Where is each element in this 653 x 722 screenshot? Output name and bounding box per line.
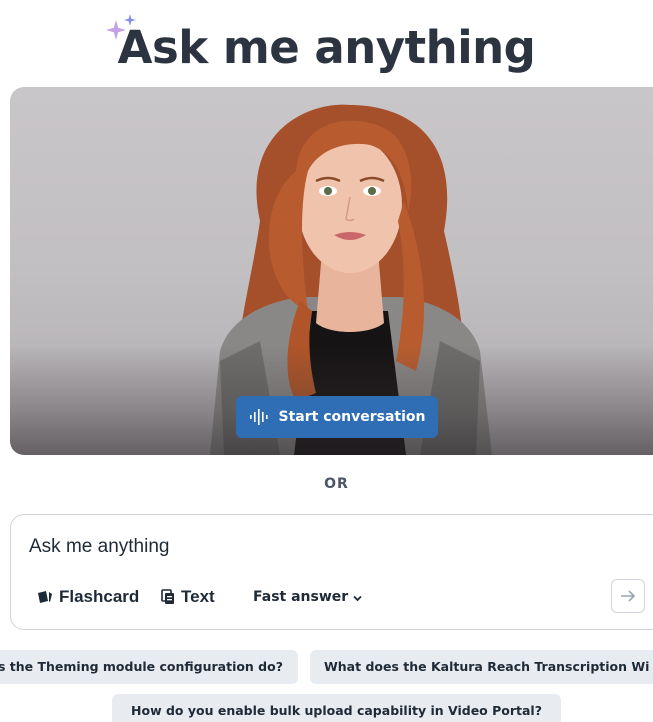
flashcard-icon — [38, 591, 52, 603]
start-conversation-button[interactable]: Start conversation — [236, 396, 438, 438]
text-button[interactable]: Text — [161, 585, 215, 609]
suggestion-chip[interactable]: How do you enable bulk upload capability… — [112, 694, 561, 722]
chevron-down-icon — [353, 595, 362, 601]
or-separator: OR — [324, 476, 349, 492]
send-button[interactable] — [611, 579, 645, 613]
suggestion-chip[interactable]: s the Theming module configuration do? — [0, 650, 298, 684]
header: Ask me anything — [0, 8, 653, 84]
flashcard-button[interactable]: Flashcard — [37, 585, 139, 609]
text-label: Text — [181, 587, 215, 606]
start-conversation-label: Start conversation — [278, 409, 426, 425]
answer-mode-label: Fast answer — [253, 589, 349, 605]
flashcard-label: Flashcard — [59, 587, 140, 606]
suggestion-chip[interactable]: What does the Kaltura Reach Transcriptio… — [310, 650, 653, 684]
audio-wave-icon — [249, 409, 268, 425]
ask-page: Ask me anything Start conversation OR As… — [0, 0, 653, 722]
page-title: Ask me anything — [117, 21, 536, 74]
arrow-right-icon — [621, 590, 636, 602]
ask-input[interactable] — [29, 533, 589, 561]
answer-mode-dropdown[interactable]: Fast answer — [253, 585, 368, 609]
document-icon — [161, 589, 174, 604]
ask-card: Flashcard Text Fast answer — [10, 514, 653, 630]
